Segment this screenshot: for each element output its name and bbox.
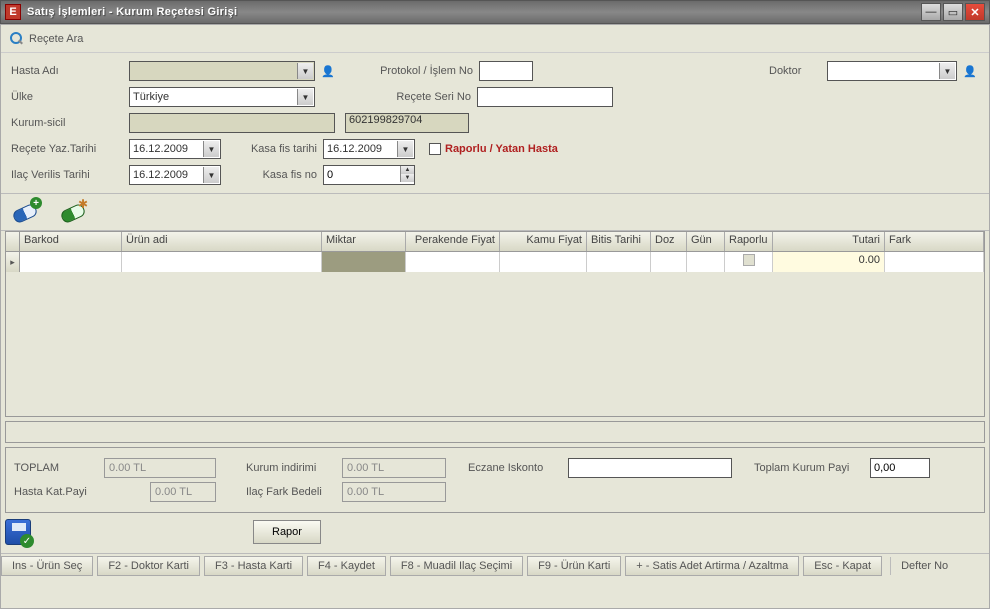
titlebar: E Satış İşlemleri - Kurum Reçetesi Giriş… <box>0 0 990 24</box>
label-kasa-fis-tarihi: Kasa fis tarihi <box>243 143 323 155</box>
search-icon[interactable] <box>9 31 25 47</box>
hasta-adi-combo[interactable]: ▼ <box>129 61 315 81</box>
spin-up-icon[interactable]: ▲ <box>400 166 414 174</box>
table-row[interactable]: ▸ 0.00 <box>6 252 984 272</box>
label-toplam-kurum-payi: Toplam Kurum Payi <box>754 462 864 474</box>
check-icon: ✓ <box>20 534 34 548</box>
cell-doz[interactable] <box>651 252 687 272</box>
row-selector-header <box>6 232 20 251</box>
chevron-down-icon[interactable]: ▼ <box>297 89 313 105</box>
label-eczane-iskonto: Eczane Iskonto <box>468 462 562 474</box>
hotkey-f8[interactable]: F8 - Muadil Ilaç Seçimi <box>390 556 523 576</box>
find-person-icon[interactable]: 👤 <box>319 62 337 80</box>
cell-raporlu[interactable] <box>725 252 773 272</box>
cell-gun[interactable] <box>687 252 725 272</box>
totals-panel: TOPLAM 0.00 TL Kurum indirimi 0.00 TL Ec… <box>5 447 985 513</box>
kurum-indirimi-value: 0.00 TL <box>342 458 446 478</box>
kurum-sicil-2-input[interactable]: 602199829704 <box>345 113 469 133</box>
label-protokol: Protokol / İşlem No <box>367 65 479 77</box>
label-kurum-sicil: Kurum-sicil <box>11 117 129 129</box>
protokol-input[interactable] <box>479 61 533 81</box>
label-defter-no: Defter No <box>890 557 958 575</box>
chevron-down-icon[interactable]: ▼ <box>939 63 955 79</box>
label-ulke: Ülke <box>11 91 129 103</box>
raporlu-checkbox[interactable] <box>429 143 441 155</box>
doktor-combo[interactable]: ▼ <box>827 61 957 81</box>
cell-tutari[interactable]: 0.00 <box>773 252 885 272</box>
find-doctor-icon[interactable]: 👤 <box>961 62 979 80</box>
ilac-fark-bedeli-value: 0.00 TL <box>342 482 446 502</box>
hotkey-plus[interactable]: + - Satis Adet Artirma / Azaltma <box>625 556 799 576</box>
label-recete-tarihi: Reçete Yaz.Tarihi <box>11 143 129 155</box>
cell-miktar[interactable] <box>322 252 406 272</box>
hotkey-esc[interactable]: Esc - Kapat <box>803 556 882 576</box>
th-gun[interactable]: Gün <box>687 232 725 251</box>
chevron-down-icon[interactable]: ▼ <box>297 63 313 79</box>
recete-tarihi-date[interactable]: 16.12.2009▼ <box>129 139 221 159</box>
items-table[interactable]: Barkod Ürün adi Miktar Perakende Fiyat K… <box>5 231 985 417</box>
th-kamu[interactable]: Kamu Fiyat <box>500 232 587 251</box>
hasta-kat-payi-value: 0.00 TL <box>150 482 216 502</box>
hotkey-f3[interactable]: F3 - Hasta Karti <box>204 556 303 576</box>
hotkey-f2[interactable]: F2 - Doktor Karti <box>97 556 200 576</box>
label-ilac-verilis-tarihi: Ilaç Verilis Tarihi <box>11 169 129 181</box>
th-barkod[interactable]: Barkod <box>20 232 122 251</box>
spin-down-icon[interactable]: ▼ <box>400 174 414 182</box>
add-drug-button[interactable]: + <box>11 200 39 224</box>
window-title: Satış İşlemleri - Kurum Reçetesi Girişi <box>27 6 237 18</box>
label-toplam: TOPLAM <box>14 462 98 474</box>
label-hasta-adi: Hasta Adı <box>11 65 129 77</box>
label-kasa-fis-no: Kasa fis no <box>243 169 323 181</box>
rapor-button[interactable]: Rapor <box>253 520 321 544</box>
plus-icon: + <box>30 197 42 209</box>
label-kurum-indirimi: Kurum indirimi <box>246 462 336 474</box>
hotkey-f9[interactable]: F9 - Ürün Karti <box>527 556 621 576</box>
maximize-button[interactable]: ▭ <box>943 3 963 21</box>
cell-kamu[interactable] <box>500 252 587 272</box>
cell-bitis[interactable] <box>587 252 651 272</box>
recete-seri-no-input[interactable] <box>477 87 613 107</box>
statusbar: Ins - Ürün Seç F2 - Doktor Karti F3 - Ha… <box>1 553 989 577</box>
save-button[interactable]: ✓ <box>5 519 31 545</box>
th-urun-adi[interactable]: Ürün adi <box>122 232 322 251</box>
kurum-sicil-1-input[interactable] <box>129 113 335 133</box>
toplam-value: 0.00 TL <box>104 458 216 478</box>
cell-fark[interactable] <box>885 252 984 272</box>
th-bitis[interactable]: Bitis Tarihi <box>587 232 651 251</box>
cell-barkod[interactable] <box>20 252 122 272</box>
close-button[interactable]: ✕ <box>965 3 985 21</box>
row-selector[interactable]: ▸ <box>6 252 20 272</box>
th-tutari[interactable]: Tutari <box>773 232 885 251</box>
th-miktar[interactable]: Miktar <box>322 232 406 251</box>
label-raporlu: Raporlu / Yatan Hasta <box>445 143 558 155</box>
label-hasta-kat-payi: Hasta Kat.Payi <box>14 486 144 498</box>
search-label[interactable]: Reçete Ara <box>29 33 83 45</box>
hotkey-f4[interactable]: F4 - Kaydet <box>307 556 386 576</box>
ulke-combo[interactable]: Türkiye▼ <box>129 87 315 107</box>
th-doz[interactable]: Doz <box>651 232 687 251</box>
cell-urun-adi[interactable] <box>122 252 322 272</box>
chevron-down-icon[interactable]: ▼ <box>397 141 413 157</box>
raporlu-cell-checkbox[interactable] <box>743 254 755 266</box>
th-perakende[interactable]: Perakende Fiyat <box>406 232 500 251</box>
toplam-kurum-payi-input[interactable] <box>870 458 930 478</box>
drug-options-button[interactable]: ✱ <box>59 200 87 224</box>
th-raporlu[interactable]: Raporlu <box>725 232 773 251</box>
label-ilac-fark-bedeli: Ilaç Fark Bedeli <box>246 486 336 498</box>
label-recete-seri-no: Reçete Seri No <box>365 91 477 103</box>
gear-icon: ✱ <box>78 197 90 209</box>
label-doktor: Doktor <box>769 65 827 77</box>
filler-bar <box>5 421 985 443</box>
app-icon: E <box>5 4 21 20</box>
eczane-iskonto-input[interactable] <box>568 458 732 478</box>
hotkey-ins[interactable]: Ins - Ürün Seç <box>1 556 93 576</box>
search-toolbar: Reçete Ara <box>1 25 989 53</box>
chevron-down-icon[interactable]: ▼ <box>203 141 219 157</box>
kasa-fis-tarihi-date[interactable]: 16.12.2009▼ <box>323 139 415 159</box>
minimize-button[interactable]: — <box>921 3 941 21</box>
ilac-verilis-tarihi-date[interactable]: 16.12.2009▼ <box>129 165 221 185</box>
chevron-down-icon[interactable]: ▼ <box>203 167 219 183</box>
th-fark[interactable]: Fark <box>885 232 984 251</box>
cell-perakende[interactable] <box>406 252 500 272</box>
